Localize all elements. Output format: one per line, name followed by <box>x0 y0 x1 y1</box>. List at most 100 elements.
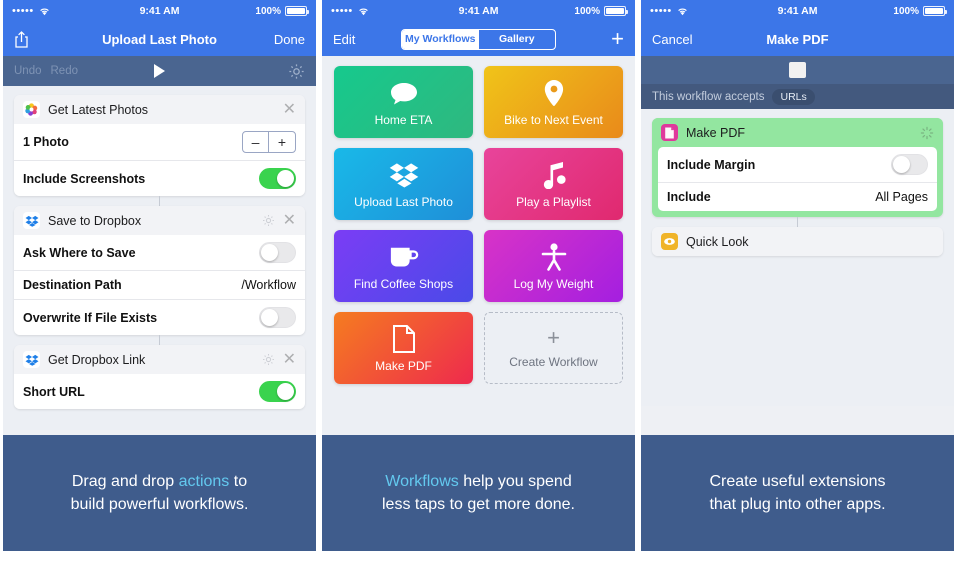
tile-label: Upload Last Photo <box>354 195 453 209</box>
navigation-bar: Edit My Workflows Gallery + <box>322 22 635 56</box>
ask-where-to-save-toggle[interactable] <box>259 242 296 263</box>
parameter-row[interactable]: Include All Pages <box>658 182 937 211</box>
spinner-icon <box>920 126 934 140</box>
tab-gallery[interactable]: Gallery <box>479 30 556 49</box>
workflow-tile-play-a-playlist[interactable]: Play a Playlist <box>484 148 623 220</box>
action-header[interactable]: Quick Look <box>652 227 943 256</box>
workflow-action-card[interactable]: Make PDF Include Margin Include All Page… <box>652 118 943 217</box>
quantity-stepper[interactable]: – + <box>242 131 296 153</box>
action-parameters: Short URL <box>14 374 305 409</box>
workflow-tile-log-my-weight[interactable]: Log My Weight <box>484 230 623 302</box>
workflow-action-card[interactable]: Get Dropbox Link ✕ Short URL <box>14 345 305 409</box>
add-workflow-button[interactable]: + <box>611 28 624 50</box>
workflow-action-card[interactable]: Get Latest Photos ✕ 1 Photo – + Include … <box>14 95 305 196</box>
action-connector <box>159 335 160 345</box>
parameter-row[interactable]: Destination Path /Workflow <box>14 270 305 299</box>
wifi-icon <box>39 7 50 16</box>
accepted-input-bar: This workflow accepts URLs <box>641 84 954 109</box>
include-screenshots-toggle[interactable] <box>259 168 296 189</box>
short-url-toggle[interactable] <box>259 381 296 402</box>
parameter-row[interactable]: Ask Where to Save <box>14 235 305 270</box>
workflow-tile-find-coffee-shops[interactable]: Find Coffee Shops <box>334 230 473 302</box>
tab-my-workflows[interactable]: My Workflows <box>402 29 479 49</box>
parameter-row[interactable]: 1 Photo – + <box>14 124 305 160</box>
workflow-tile-bike-to-next-event[interactable]: Bike to Next Event <box>484 66 623 138</box>
parameter-row[interactable]: Include Screenshots <box>14 160 305 196</box>
quicklook-icon <box>661 233 678 250</box>
tile-label: Log My Weight <box>513 277 594 291</box>
close-icon[interactable]: ✕ <box>283 212 296 229</box>
parameter-row[interactable]: Overwrite If File Exists <box>14 299 305 335</box>
tile-label: Make PDF <box>375 359 432 373</box>
workflow-action-list: Get Latest Photos ✕ 1 Photo – + Include … <box>3 86 316 430</box>
destination-path-value[interactable]: /Workflow <box>241 278 296 292</box>
action-header[interactable]: Save to Dropbox ✕ <box>14 206 305 235</box>
action-title: Save to Dropbox <box>48 213 142 228</box>
map-pin-icon <box>543 77 565 107</box>
action-header[interactable]: Make PDF <box>652 118 943 147</box>
close-icon[interactable]: ✕ <box>283 351 296 368</box>
workflow-action-card[interactable]: Quick Look <box>652 227 943 256</box>
caption-banner: Workflows help you spend less taps to ge… <box>322 435 635 551</box>
close-icon[interactable]: ✕ <box>283 101 296 118</box>
gear-icon[interactable] <box>262 353 275 366</box>
battery-percent: 100% <box>574 5 600 17</box>
status-battery-group: 100% <box>893 6 947 17</box>
parameter-label: Include <box>667 190 711 204</box>
document-thumbnail-icon <box>789 62 806 78</box>
workflow-tile-grid: Home ETA Bike to Next Event Upload Last … <box>322 56 635 435</box>
stepper-plus-button[interactable]: + <box>269 132 295 152</box>
segmented-control[interactable]: My Workflows Gallery <box>401 28 556 50</box>
include-pages-value[interactable]: All Pages <box>875 190 928 204</box>
action-parameters: Include Margin Include All Pages <box>658 147 937 211</box>
signal-dots-icon: ••••• <box>650 4 672 17</box>
caption-line-2: build powerful workflows. <box>70 496 249 513</box>
workflow-tile-home-eta[interactable]: Home ETA <box>334 66 473 138</box>
workflow-tile-upload-last-photo[interactable]: Upload Last Photo <box>334 148 473 220</box>
action-parameters: Ask Where to Save Destination Path /Work… <box>14 235 305 335</box>
workflow-action-card[interactable]: Save to Dropbox ✕ Ask Where to Save Dest… <box>14 206 305 335</box>
action-header[interactable]: Get Latest Photos ✕ <box>14 95 305 124</box>
gear-icon[interactable] <box>288 63 305 80</box>
parameter-row[interactable]: Short URL <box>14 374 305 409</box>
gear-icon[interactable] <box>262 214 275 227</box>
action-header[interactable]: Get Dropbox Link ✕ <box>14 345 305 374</box>
action-connector <box>159 196 160 206</box>
parameter-row[interactable]: Include Margin <box>658 147 937 182</box>
action-connector <box>797 217 798 227</box>
status-bar: ••••• 9:41 AM 100% <box>641 0 954 22</box>
wifi-icon <box>677 7 688 16</box>
accepts-type-badge[interactable]: URLs <box>772 88 815 105</box>
cancel-button[interactable]: Cancel <box>652 32 692 47</box>
status-battery-group: 100% <box>574 5 628 17</box>
done-button[interactable]: Done <box>274 32 305 47</box>
person-icon <box>541 241 567 271</box>
parameter-label: Short URL <box>23 384 85 399</box>
dropbox-icon <box>23 212 40 229</box>
stepper-minus-button[interactable]: – <box>243 132 269 152</box>
create-workflow-tile[interactable]: + Create Workflow <box>484 312 623 384</box>
parameter-label: Include Screenshots <box>23 171 146 186</box>
document-icon <box>392 323 416 353</box>
action-title: Quick Look <box>686 234 749 249</box>
share-icon[interactable] <box>14 30 29 48</box>
wifi-icon <box>358 7 369 16</box>
include-margin-toggle[interactable] <box>891 154 928 175</box>
caption-line-1: Workflows help you spend <box>385 472 572 490</box>
redo-button[interactable]: Redo <box>51 65 79 77</box>
action-title: Get Dropbox Link <box>48 352 146 367</box>
pdf-icon <box>661 124 678 141</box>
workflow-tile-make-pdf[interactable]: Make PDF <box>334 312 473 384</box>
battery-icon <box>923 6 947 16</box>
edit-button[interactable]: Edit <box>333 32 355 47</box>
coffee-cup-icon <box>389 241 419 271</box>
editor-toolbar: Undo Redo <box>3 56 316 86</box>
overwrite-toggle[interactable] <box>259 307 296 328</box>
signal-dots-icon: ••••• <box>12 4 34 17</box>
action-title: Make PDF <box>686 125 746 140</box>
tile-label: Play a Playlist <box>516 195 591 209</box>
status-bar: ••••• 9:41 AM 100% <box>3 0 316 22</box>
battery-icon <box>604 6 628 16</box>
dropbox-icon <box>389 159 419 189</box>
undo-button[interactable]: Undo <box>14 65 42 77</box>
